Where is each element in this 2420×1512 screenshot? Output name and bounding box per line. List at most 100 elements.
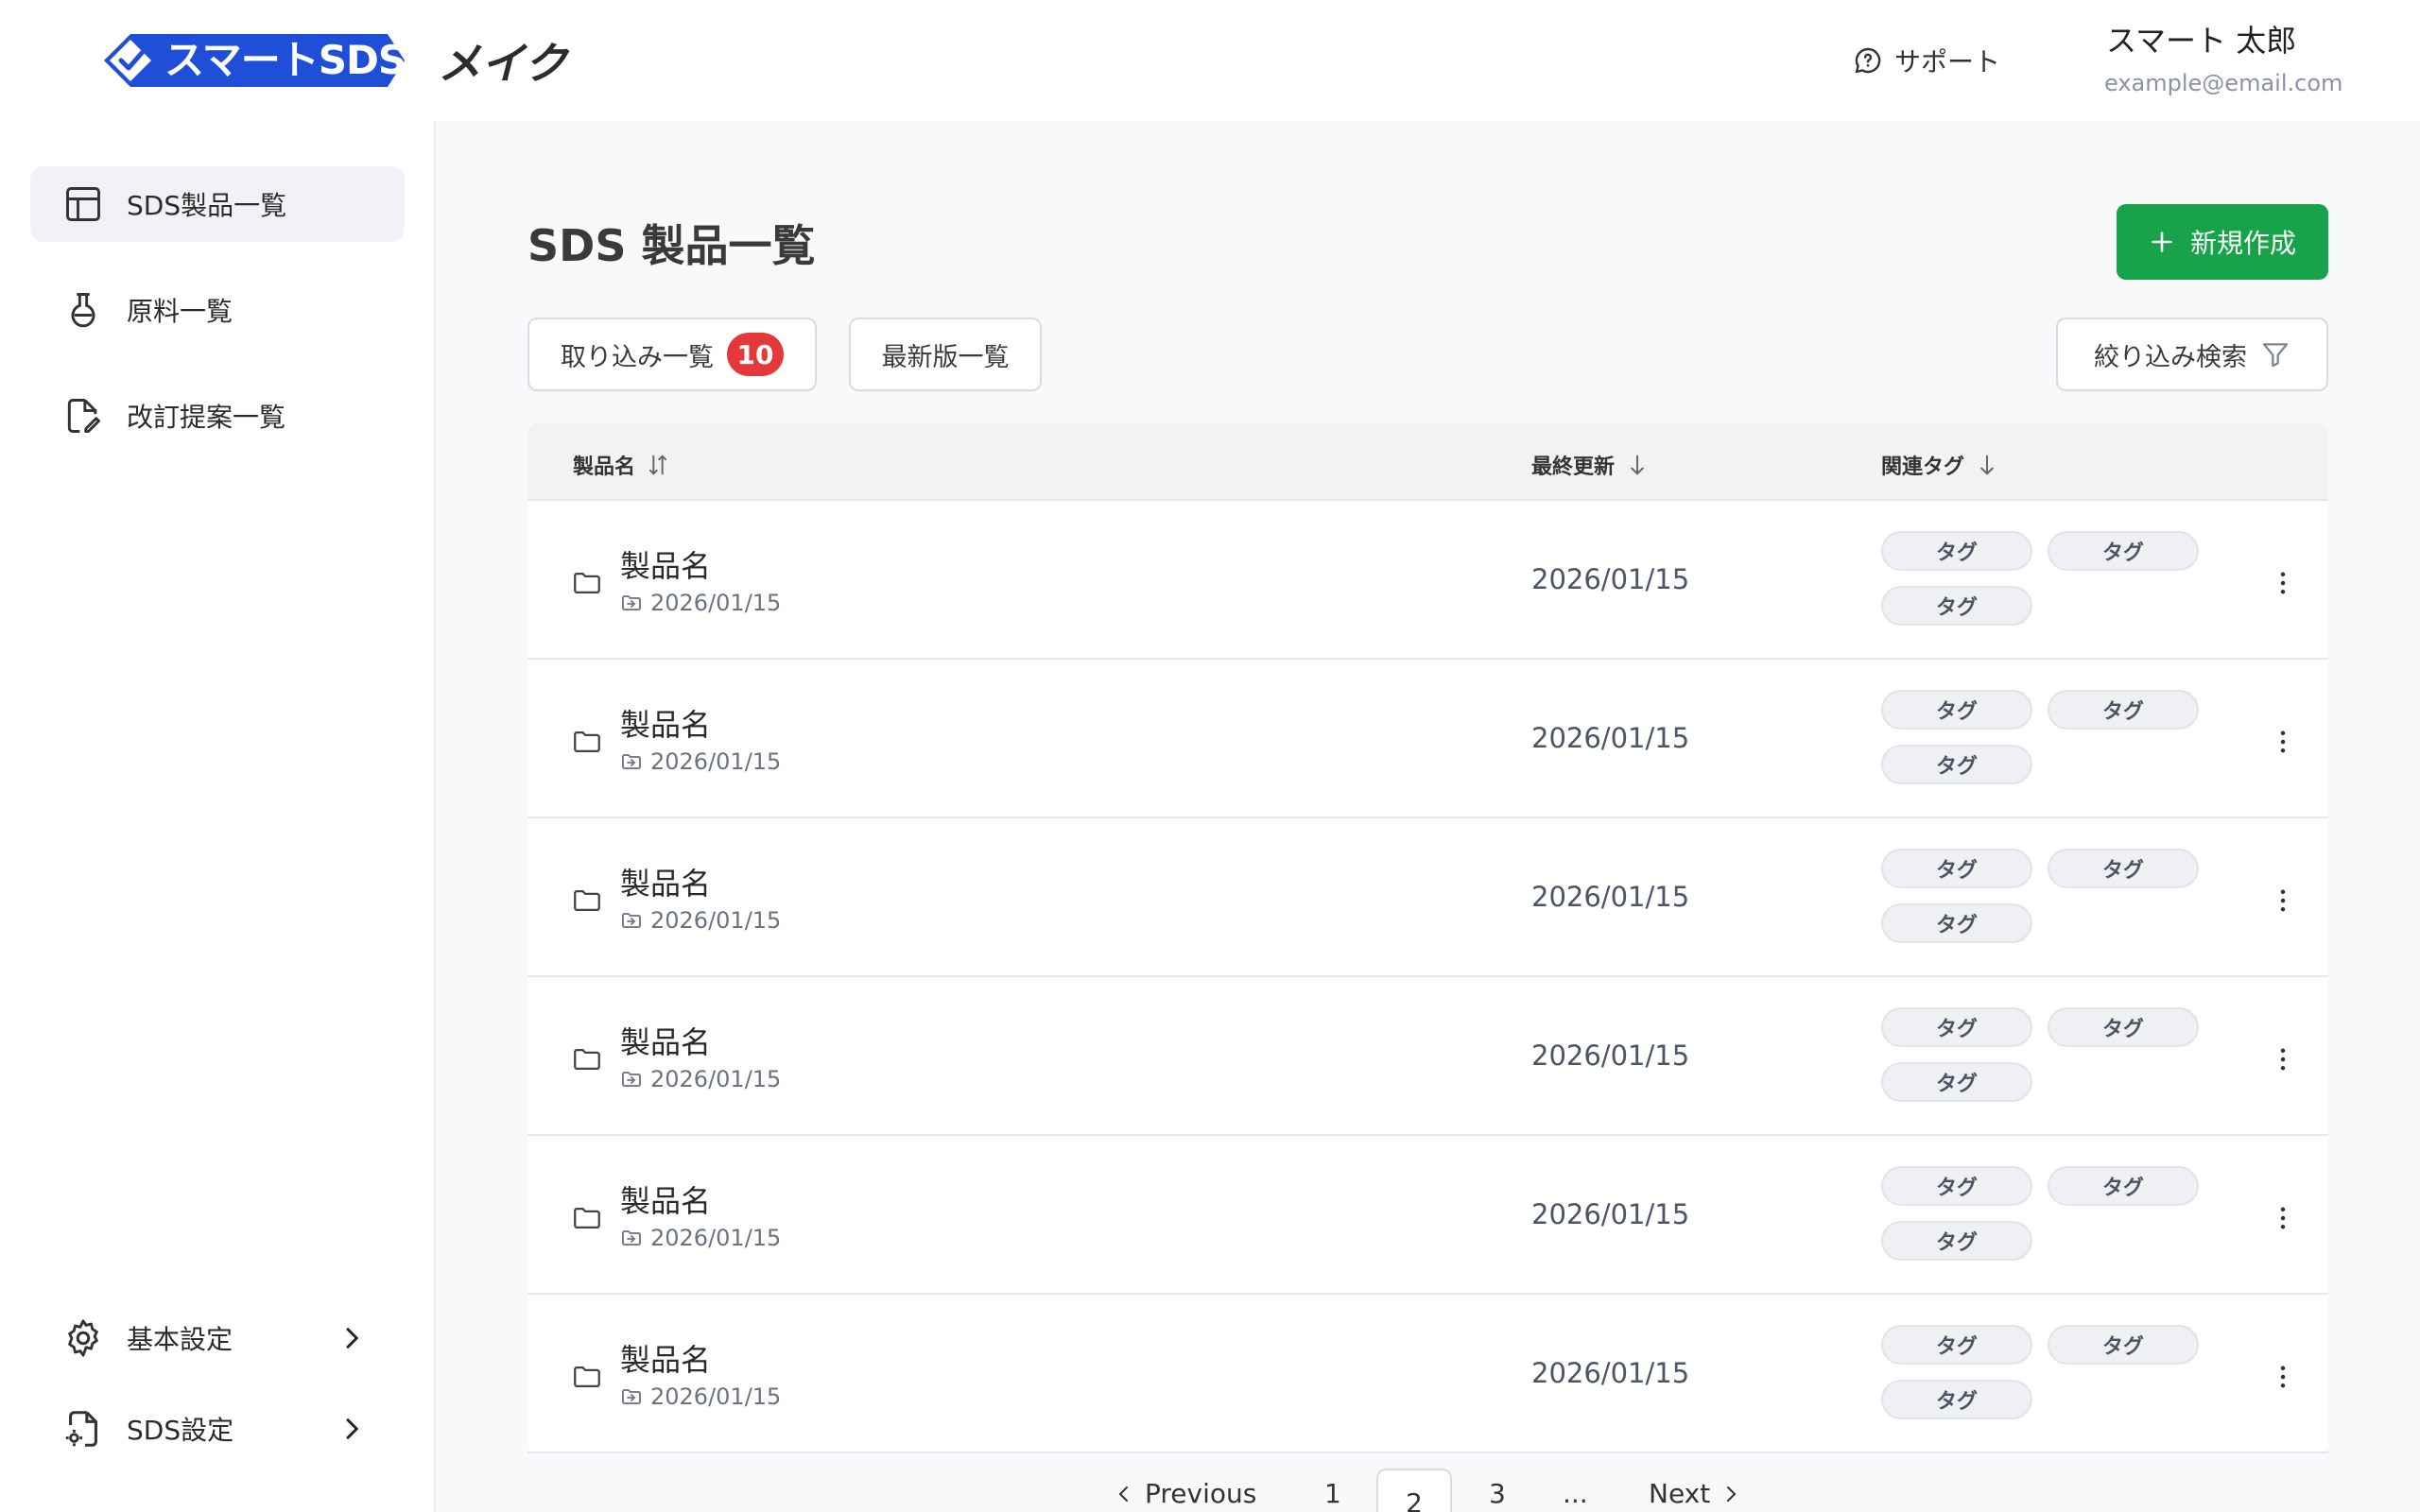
filter-icon — [2262, 343, 2289, 368]
product-name[interactable]: 製品名 — [620, 1019, 711, 1062]
table-header: 製品名 最終更新 関連タグ — [527, 423, 2328, 501]
support-link[interactable]: サポート — [1853, 42, 2000, 79]
sidebar-item-sds-products[interactable]: SDS製品一覧 — [30, 166, 405, 242]
import-date-text: 2026/01/15 — [650, 1225, 782, 1251]
sidebar-item-sds-settings[interactable]: SDS設定 — [30, 1391, 405, 1467]
user-email: example@email.com — [2104, 70, 2343, 96]
sidebar-item-label: 改訂提案一覧 — [127, 402, 286, 433]
tag-chip[interactable]: タグ — [1881, 1380, 2032, 1419]
product-name[interactable]: 製品名 — [620, 1177, 711, 1221]
column-header-updated[interactable]: 最終更新 — [1531, 450, 1651, 480]
document-edit-icon — [60, 393, 106, 438]
product-import-date: 2026/01/15 — [620, 1066, 781, 1092]
tag-chip[interactable]: タグ — [1881, 1221, 2032, 1261]
tag-chip[interactable]: タグ — [1881, 903, 2032, 943]
app-logo[interactable]: スマートSDS メイク — [104, 32, 567, 89]
pagination-previous[interactable]: Previous — [1113, 1478, 1256, 1509]
pagination-page-1[interactable]: 1 — [1324, 1478, 1341, 1509]
more-vertical-icon[interactable] — [2267, 567, 2299, 599]
logo-badge: スマートSDS — [104, 34, 432, 87]
tag-chip[interactable]: タグ — [1881, 1166, 2032, 1206]
product-name[interactable]: 製品名 — [620, 860, 711, 903]
table-row[interactable]: 製品名 2026/01/15 2026/01/15 タグ タグ タグ — [527, 1136, 2328, 1295]
tag-chip[interactable]: タグ — [2048, 690, 2199, 730]
filter-search-button[interactable]: 絞り込み検索 — [2056, 318, 2328, 391]
tag-chip[interactable]: タグ — [1881, 690, 2032, 730]
new-create-label: 新規作成 — [2189, 228, 2296, 259]
tag-chip[interactable]: タグ — [2048, 1007, 2199, 1047]
table-row[interactable]: 製品名 2026/01/15 2026/01/15 タグ タグ タグ — [527, 501, 2328, 660]
product-import-date: 2026/01/15 — [620, 748, 781, 775]
tag-list: タグ タグ タグ — [1881, 1166, 2203, 1261]
tag-chip[interactable]: タグ — [1881, 745, 2032, 784]
latest-list-button[interactable]: 最新版一覧 — [849, 318, 1042, 391]
product-import-date: 2026/01/15 — [620, 907, 781, 934]
table-row[interactable]: 製品名 2026/01/15 2026/01/15 タグ タグ タグ — [527, 660, 2328, 818]
latest-list-label: 最新版一覧 — [881, 342, 1010, 372]
sidebar-item-revisions[interactable]: 改訂提案一覧 — [30, 378, 405, 454]
new-create-button[interactable]: 新規作成 — [2117, 204, 2328, 280]
folder-import-icon — [622, 1389, 641, 1404]
sidebar-item-materials[interactable]: 原料一覧 — [30, 272, 405, 348]
more-vertical-icon[interactable] — [2267, 1361, 2299, 1393]
sidebar-item-label: 原料一覧 — [127, 296, 233, 327]
sidebar-item-label: 基本設定 — [127, 1324, 233, 1355]
import-date-text: 2026/01/15 — [650, 1066, 782, 1092]
tag-chip[interactable]: タグ — [2048, 1166, 2199, 1206]
product-name[interactable]: 製品名 — [620, 1336, 711, 1380]
sidebar-item-label: SDS設定 — [127, 1415, 234, 1446]
tag-chip[interactable]: タグ — [1881, 586, 2032, 626]
import-date-text: 2026/01/15 — [650, 590, 782, 616]
more-vertical-icon[interactable] — [2267, 726, 2299, 758]
product-name[interactable]: 製品名 — [620, 542, 711, 586]
more-vertical-icon[interactable] — [2267, 1202, 2299, 1234]
more-vertical-icon[interactable] — [2267, 885, 2299, 917]
column-header-tags[interactable]: 関連タグ — [1881, 450, 2000, 480]
tag-chip[interactable]: タグ — [2048, 531, 2199, 571]
folder-import-icon — [622, 1072, 641, 1087]
pagination-page-3[interactable]: 3 — [1489, 1478, 1506, 1509]
previous-label: Previous — [1145, 1478, 1257, 1509]
app-header: スマートSDS メイク サポート スマート 太郎 example@email.c… — [0, 0, 2420, 121]
pagination-ellipsis: ... — [1563, 1478, 1588, 1509]
chat-help-icon — [1855, 47, 1881, 74]
import-count-badge: 10 — [727, 333, 784, 376]
last-updated: 2026/01/15 — [1531, 1198, 1690, 1230]
folder-icon — [574, 730, 600, 753]
gear-icon — [60, 1315, 106, 1361]
pagination-next[interactable]: Next — [1649, 1478, 1742, 1509]
tag-list: タグ タグ タグ — [1881, 849, 2203, 943]
tag-chip[interactable]: タグ — [2048, 849, 2199, 888]
table-row[interactable]: 製品名 2026/01/15 2026/01/15 タグ タグ タグ — [527, 818, 2328, 977]
tag-list: タグ タグ タグ — [1881, 690, 2203, 784]
sort-down-icon — [1980, 455, 1994, 475]
sidebar-item-basic-settings[interactable]: 基本設定 — [30, 1300, 405, 1376]
plus-icon — [2152, 232, 2172, 252]
tag-chip[interactable]: タグ — [1881, 1007, 2032, 1047]
import-list-button[interactable]: 取り込み一覧 10 — [527, 318, 817, 391]
chevron-right-icon — [346, 1328, 358, 1349]
import-date-text: 2026/01/15 — [650, 748, 782, 775]
tag-chip[interactable]: タグ — [2048, 1325, 2199, 1365]
pagination-page-2-current[interactable]: 2 — [1376, 1469, 1452, 1512]
sidebar: SDS製品一覧 原料一覧 改訂提案一覧 基本設定 SDS設定 — [0, 121, 436, 1512]
table-row[interactable]: 製品名 2026/01/15 2026/01/15 タグ タグ タグ — [527, 1295, 2328, 1453]
folder-import-icon — [622, 1230, 641, 1246]
table-row[interactable]: 製品名 2026/01/15 2026/01/15 タグ タグ タグ — [527, 977, 2328, 1136]
more-vertical-icon[interactable] — [2267, 1043, 2299, 1075]
tag-chip[interactable]: タグ — [1881, 849, 2032, 888]
product-name[interactable]: 製品名 — [620, 701, 711, 745]
folder-import-icon — [622, 595, 641, 610]
logo-suffix: メイク — [438, 38, 568, 89]
logo-text: スマートSDS — [164, 37, 406, 83]
column-label: 最終更新 — [1531, 455, 1616, 479]
main-content: SDS 製品一覧 新規作成 取り込み一覧 10 最新版一覧 絞り込み検索 製品名… — [436, 121, 2420, 1512]
support-label: サポート — [1894, 46, 2001, 77]
tag-list: タグ タグ タグ — [1881, 1325, 2203, 1419]
tag-chip[interactable]: タグ — [1881, 531, 2032, 571]
column-header-name[interactable]: 製品名 — [573, 450, 671, 480]
user-name[interactable]: スマート 太郎 — [2106, 17, 2296, 60]
last-updated: 2026/01/15 — [1531, 563, 1690, 595]
tag-chip[interactable]: タグ — [1881, 1325, 2032, 1365]
tag-chip[interactable]: タグ — [1881, 1062, 2032, 1102]
